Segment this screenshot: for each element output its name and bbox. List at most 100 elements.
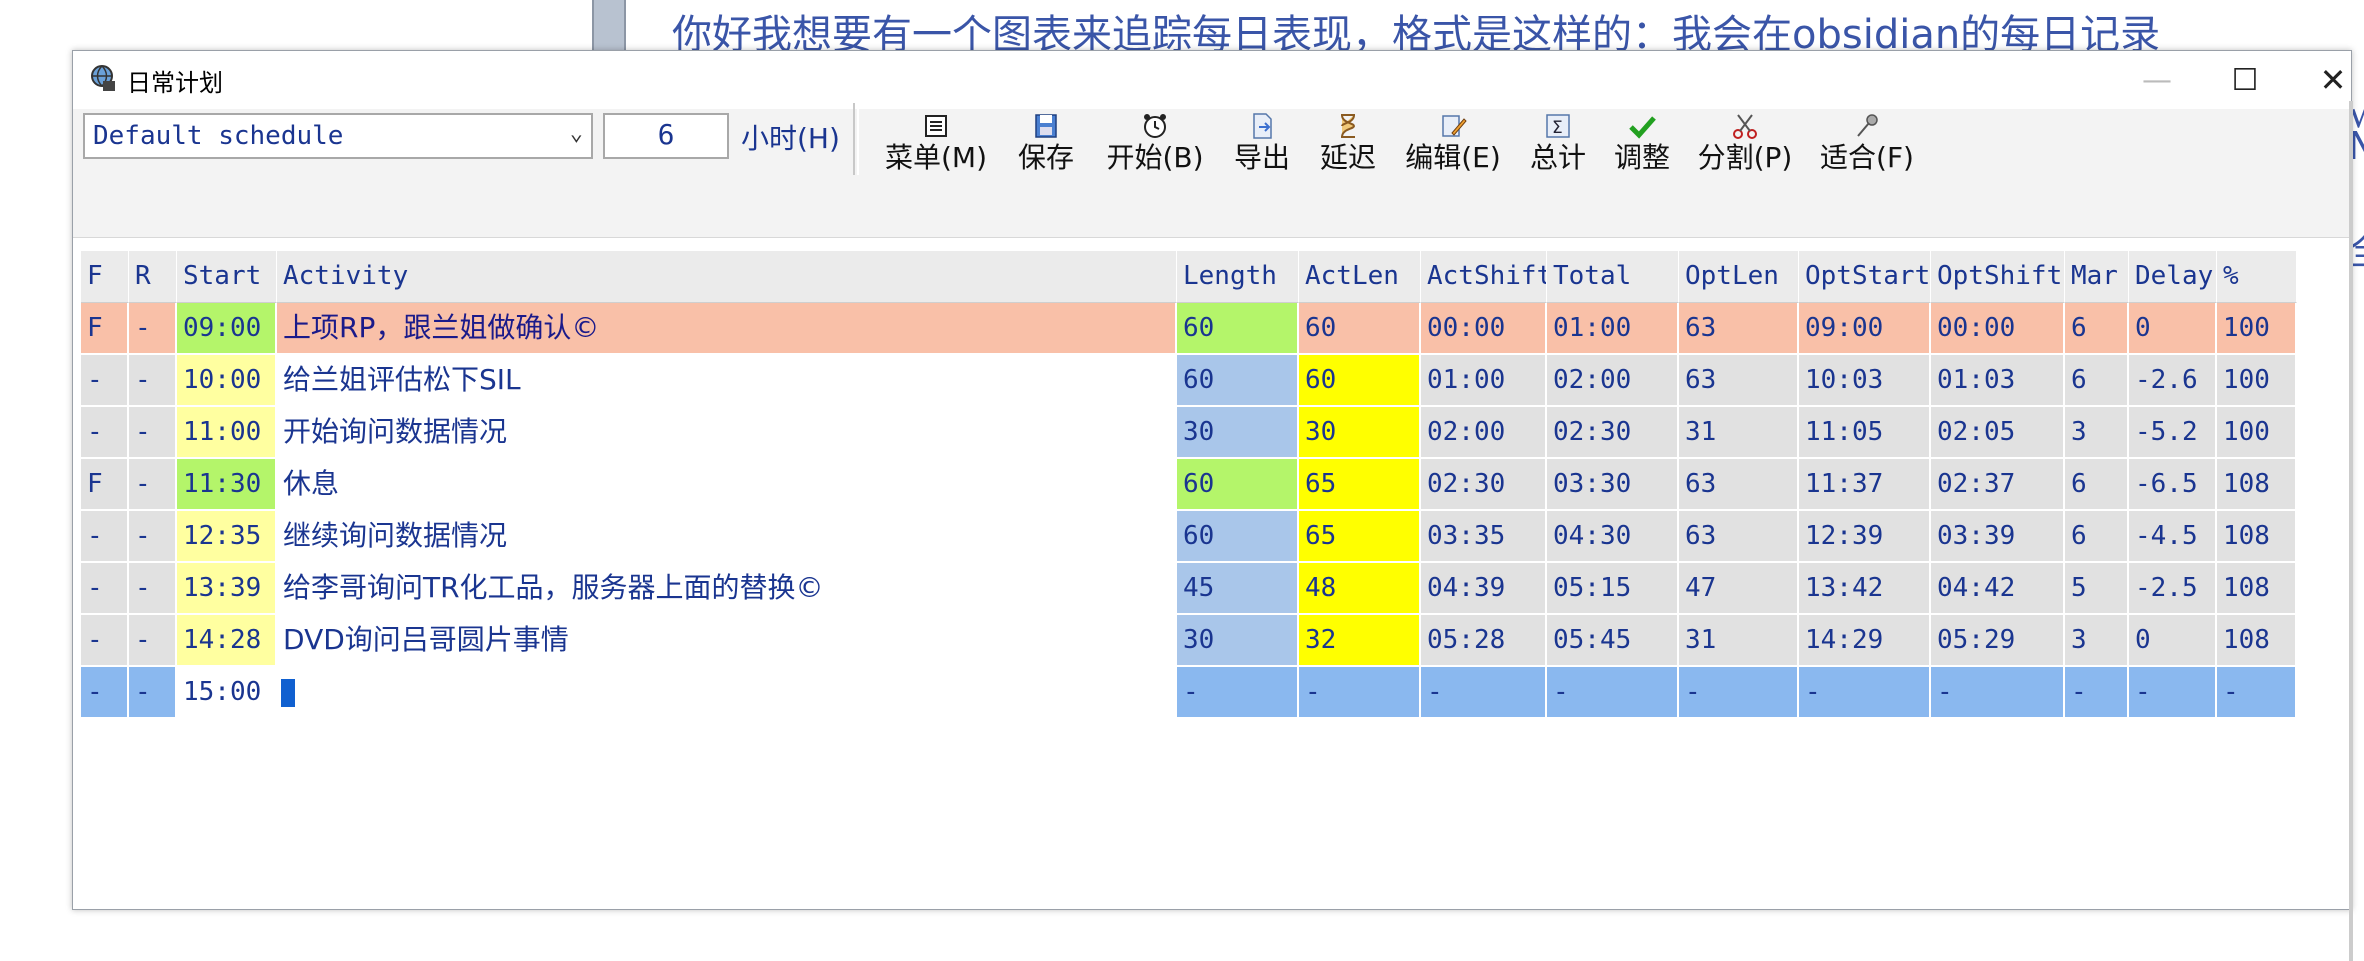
cell-length[interactable]: 60 — [1177, 303, 1299, 355]
cell-actlen[interactable]: 48 — [1299, 563, 1421, 615]
column-header-r[interactable]: R — [129, 251, 177, 303]
cell-optlen[interactable]: 63 — [1679, 511, 1799, 563]
cell-r[interactable]: - — [129, 511, 177, 563]
cell-margin[interactable]: 3 — [2065, 615, 2129, 667]
minimize-button[interactable]: — — [2113, 57, 2201, 103]
cell-actshift[interactable]: 00:00 — [1421, 303, 1547, 355]
cell-optstart[interactable]: 11:37 — [1799, 459, 1931, 511]
cell-optstart[interactable]: 10:03 — [1799, 355, 1931, 407]
cell-activity[interactable]: DVD询问吕哥圆片事情 — [277, 615, 1177, 667]
cell-delay[interactable]: -5.2 — [2129, 407, 2217, 459]
cell-percent[interactable]: 108 — [2217, 563, 2297, 615]
fit-button[interactable]: 适合(F) — [1811, 111, 1923, 177]
cell-total[interactable]: 03:30 — [1547, 459, 1679, 511]
column-header-optshift[interactable]: OptShift — [1931, 251, 2065, 303]
column-header-percent[interactable]: % — [2217, 251, 2297, 303]
cell-actshift[interactable]: - — [1421, 667, 1547, 719]
cell-optstart[interactable]: 09:00 — [1799, 303, 1931, 355]
column-header-actlen[interactable]: ActLen — [1299, 251, 1421, 303]
cell-actlen[interactable]: - — [1299, 667, 1421, 719]
cell-percent[interactable]: 100 — [2217, 355, 2297, 407]
cell-r[interactable]: - — [129, 667, 177, 719]
close-button[interactable]: ✕ — [2289, 57, 2364, 103]
cell-actshift[interactable]: 01:00 — [1421, 355, 1547, 407]
cell-margin[interactable]: 6 — [2065, 459, 2129, 511]
cell-delay[interactable]: - — [2129, 667, 2217, 719]
cell-length[interactable]: 45 — [1177, 563, 1299, 615]
cell-delay[interactable]: -6.5 — [2129, 459, 2217, 511]
maximize-button[interactable]: ☐ — [2201, 57, 2289, 103]
schedule-select[interactable]: Default schedule ⌄ — [83, 113, 593, 159]
cell-optlen[interactable]: 63 — [1679, 459, 1799, 511]
cell-delay[interactable]: -2.6 — [2129, 355, 2217, 407]
total-button[interactable]: Σ 总计 — [1521, 111, 1595, 177]
cell-total[interactable]: 05:15 — [1547, 563, 1679, 615]
cell-delay[interactable]: 0 — [2129, 303, 2217, 355]
cell-total[interactable]: - — [1547, 667, 1679, 719]
cell-activity[interactable]: 上项RP，跟兰姐做确认© — [277, 303, 1177, 355]
cell-total[interactable]: 04:30 — [1547, 511, 1679, 563]
cell-optlen[interactable]: 47 — [1679, 563, 1799, 615]
cell-optstart[interactable]: - — [1799, 667, 1931, 719]
cell-optlen[interactable]: 63 — [1679, 355, 1799, 407]
cell-start[interactable]: 13:39 — [177, 563, 277, 615]
cell-actlen[interactable]: 32 — [1299, 615, 1421, 667]
cell-actshift[interactable]: 05:28 — [1421, 615, 1547, 667]
cell-delay[interactable]: 0 — [2129, 615, 2217, 667]
cell-percent[interactable]: 108 — [2217, 615, 2297, 667]
cell-optlen[interactable]: 63 — [1679, 303, 1799, 355]
cell-actlen[interactable]: 30 — [1299, 407, 1421, 459]
cell-r[interactable]: - — [129, 615, 177, 667]
cell-length[interactable]: - — [1177, 667, 1299, 719]
column-header-delay[interactable]: Delay — [2129, 251, 2217, 303]
cell-total[interactable]: 02:00 — [1547, 355, 1679, 407]
column-header-f[interactable]: F — [81, 251, 129, 303]
cell-percent[interactable]: 100 — [2217, 407, 2297, 459]
export-button[interactable]: 导出 — [1225, 111, 1299, 177]
hours-label[interactable]: 小时(H) — [741, 117, 840, 157]
cell-optshift[interactable]: 03:39 — [1931, 511, 2065, 563]
cell-f[interactable]: - — [81, 615, 129, 667]
cell-start[interactable]: 10:00 — [177, 355, 277, 407]
column-header-total[interactable]: Total — [1547, 251, 1679, 303]
cell-r[interactable]: - — [129, 459, 177, 511]
edit-button[interactable]: 编辑(E) — [1397, 111, 1509, 177]
cell-margin[interactable]: 3 — [2065, 407, 2129, 459]
cell-optshift[interactable]: 00:00 — [1931, 303, 2065, 355]
column-header-length[interactable]: Length — [1177, 251, 1299, 303]
cell-activity[interactable]: 休息 — [277, 459, 1177, 511]
cell-actlen[interactable]: 65 — [1299, 459, 1421, 511]
cell-f[interactable]: - — [81, 667, 129, 719]
cell-optlen[interactable]: - — [1679, 667, 1799, 719]
cell-start[interactable]: 11:30 — [177, 459, 277, 511]
column-header-optstart[interactable]: OptStart — [1799, 251, 1931, 303]
cell-activity[interactable]: 给兰姐评估松下SIL — [277, 355, 1177, 407]
cell-actshift[interactable]: 02:30 — [1421, 459, 1547, 511]
cell-total[interactable]: 01:00 — [1547, 303, 1679, 355]
cell-start[interactable]: 14:28 — [177, 615, 277, 667]
cell-length[interactable]: 30 — [1177, 615, 1299, 667]
cell-optstart[interactable]: 14:29 — [1799, 615, 1931, 667]
cell-percent[interactable]: 108 — [2217, 511, 2297, 563]
title-bar[interactable]: 日常计划 — ☐ ✕ — [73, 51, 2351, 109]
cell-percent[interactable]: 108 — [2217, 459, 2297, 511]
cell-actlen[interactable]: 60 — [1299, 355, 1421, 407]
column-header-start[interactable]: Start — [177, 251, 277, 303]
cell-margin[interactable]: 6 — [2065, 303, 2129, 355]
cell-percent[interactable]: - — [2217, 667, 2297, 719]
cell-activity[interactable] — [277, 667, 1177, 719]
cell-optshift[interactable]: - — [1931, 667, 2065, 719]
cell-activity[interactable]: 继续询问数据情况 — [277, 511, 1177, 563]
cell-f[interactable]: - — [81, 407, 129, 459]
column-header-margin[interactable]: Mar — [2065, 251, 2129, 303]
cell-margin[interactable]: 6 — [2065, 355, 2129, 407]
hours-input[interactable]: 6 — [603, 113, 729, 159]
cell-f[interactable]: - — [81, 355, 129, 407]
cell-optstart[interactable]: 12:39 — [1799, 511, 1931, 563]
cell-actlen[interactable]: 65 — [1299, 511, 1421, 563]
adjust-button[interactable]: 调整 — [1605, 111, 1679, 177]
cell-f[interactable]: F — [81, 303, 129, 355]
cell-delay[interactable]: -4.5 — [2129, 511, 2217, 563]
cell-f[interactable]: - — [81, 511, 129, 563]
cell-f[interactable]: F — [81, 459, 129, 511]
